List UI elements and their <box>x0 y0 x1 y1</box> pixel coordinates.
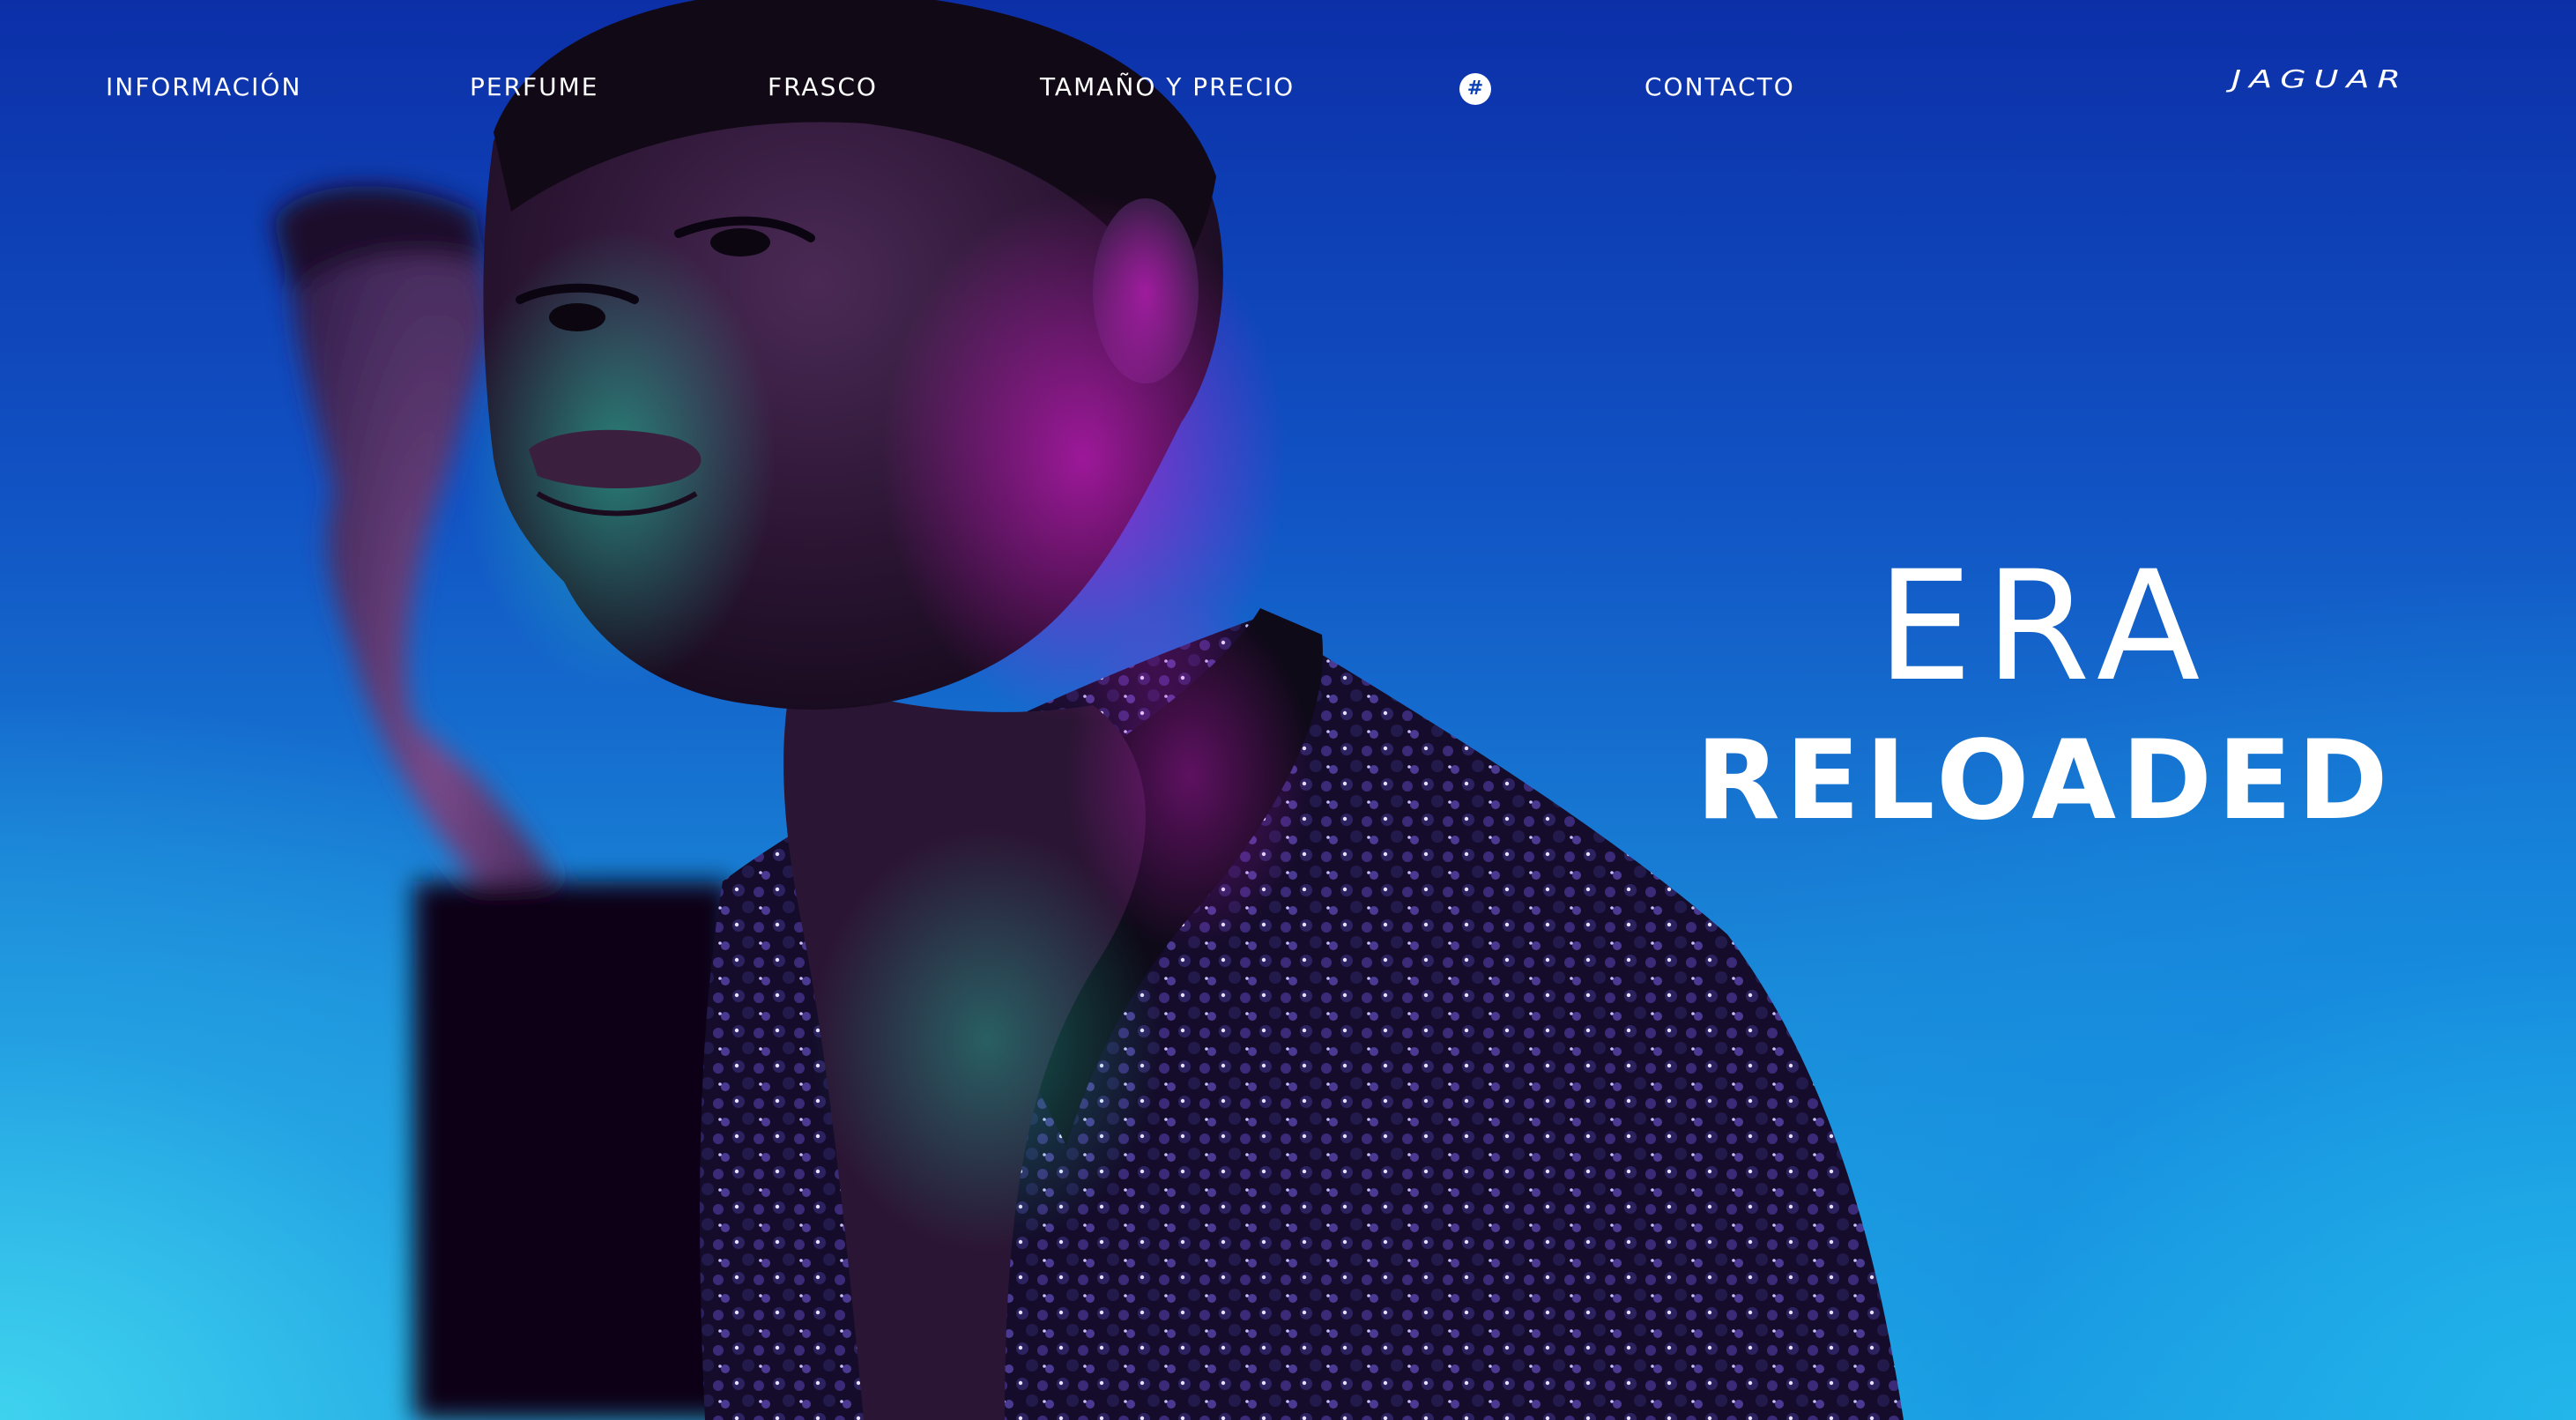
nav-item-tamano-y-precio[interactable]: TAMAÑO Y PRECIO <box>1040 72 1295 101</box>
hashtag-icon[interactable]: # <box>1459 73 1491 105</box>
nav-item-contacto[interactable]: CONTACTO <box>1644 72 1795 101</box>
jaguar-logo[interactable]: JAGUAR <box>2231 65 2409 93</box>
nav-item-informacion[interactable]: INFORMACIÓN <box>106 72 301 101</box>
nav-item-perfume[interactable]: PERFUME <box>470 72 598 101</box>
page: INFORMACIÓN PERFUME FRASCO TAMAÑO Y PREC… <box>0 0 2576 1420</box>
headline-reloaded: RELOADED <box>1696 717 2394 845</box>
headline-era: ERA <box>1876 538 2213 716</box>
nav-item-frasco[interactable]: FRASCO <box>768 72 878 101</box>
main-navigation: INFORMACIÓN PERFUME FRASCO TAMAÑO Y PREC… <box>0 0 2576 176</box>
hero-headline: ERA RELOADED <box>1657 547 2432 847</box>
